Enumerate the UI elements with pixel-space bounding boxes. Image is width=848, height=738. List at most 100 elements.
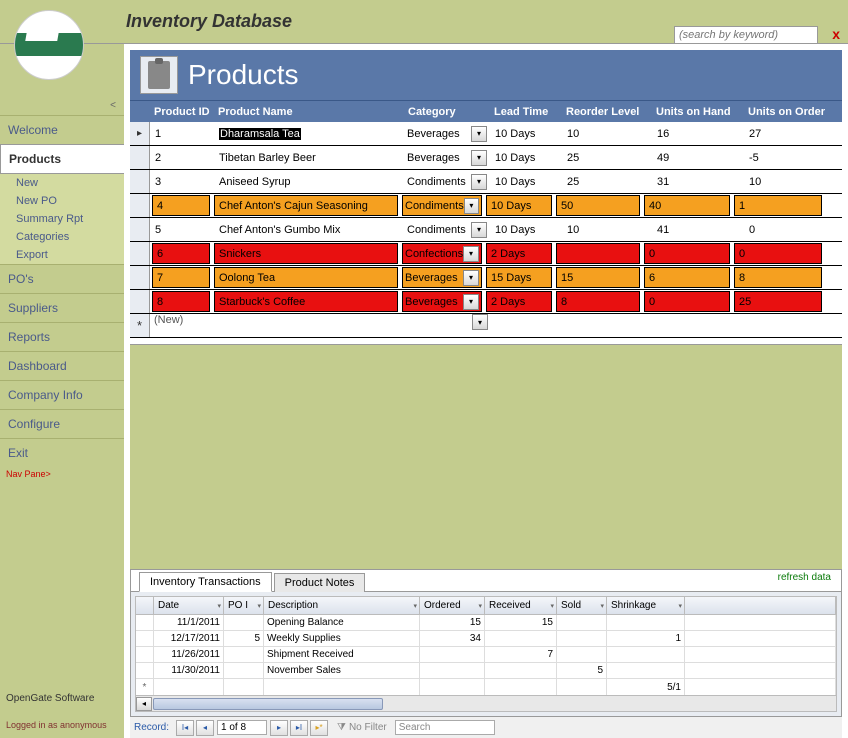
cell-sold[interactable] — [557, 647, 607, 662]
cell-lead-time[interactable]: 2 Days — [486, 291, 552, 312]
col-product-name[interactable]: Product Name — [214, 106, 404, 118]
row-selector[interactable] — [130, 170, 150, 193]
trans-col-received[interactable]: Received▾ — [485, 597, 557, 614]
dropdown-icon[interactable]: ▾ — [471, 174, 487, 190]
row-selector[interactable] — [130, 146, 150, 169]
cell-date[interactable]: 12/17/2011 — [154, 631, 224, 646]
cell-units-order[interactable]: 0 — [734, 243, 822, 264]
cell-ordered[interactable] — [420, 663, 485, 678]
trans-col-shrinkage[interactable]: Shrinkage▾ — [607, 597, 685, 614]
cell-units-hand[interactable]: 41 — [652, 218, 744, 241]
nav-new-icon[interactable]: ▸* — [310, 720, 328, 736]
cell-units-hand[interactable]: 0 — [644, 291, 730, 312]
cell-reorder[interactable]: 10 — [562, 218, 652, 241]
cell-lead-time[interactable]: 15 Days — [486, 267, 552, 288]
cell-category[interactable]: Beverages▾ — [404, 146, 490, 169]
nav-products-new-po[interactable]: New PO — [0, 192, 124, 210]
refresh-data-link[interactable]: refresh data — [778, 572, 831, 583]
cell-units-hand[interactable]: 6 — [644, 267, 730, 288]
nav-products[interactable]: Products — [0, 144, 125, 174]
dropdown-icon[interactable]: ▾ — [463, 294, 479, 310]
record-position[interactable]: 1 of 8 — [217, 720, 267, 735]
col-reorder-level[interactable]: Reorder Level — [562, 106, 652, 118]
cell-date[interactable]: 11/26/2011 — [154, 647, 224, 662]
nav-suppliers[interactable]: Suppliers — [0, 293, 124, 322]
cell-product-id[interactable]: 8 — [152, 291, 210, 312]
col-lead-time[interactable]: Lead Time — [490, 106, 562, 118]
row-selector[interactable] — [130, 242, 150, 265]
search-input[interactable] — [674, 26, 818, 44]
nav-products-summary[interactable]: Summary Rpt — [0, 210, 124, 228]
cell-lead-time[interactable]: 10 Days — [490, 170, 562, 193]
row-selector[interactable] — [130, 218, 150, 241]
col-category[interactable]: Category — [404, 106, 490, 118]
transaction-new-row[interactable]: * 5/1 — [136, 679, 836, 695]
dropdown-icon[interactable]: ▾ — [471, 126, 487, 142]
cell-product-name[interactable]: Dharamsala Tea — [219, 128, 301, 140]
cell-lead-time[interactable]: 10 Days — [490, 146, 562, 169]
new-record-row[interactable]: (New)▾ — [130, 314, 842, 338]
trans-col-po[interactable]: PO I▾ — [224, 597, 264, 614]
cell-sold[interactable] — [557, 615, 607, 630]
nav-search-input[interactable]: Search — [395, 720, 495, 735]
transaction-row[interactable]: 11/30/2011November Sales5 — [136, 663, 836, 679]
cell-units-hand[interactable]: 16 — [652, 122, 744, 145]
cell-category[interactable]: Confections▾ — [402, 243, 482, 264]
cell-reorder[interactable] — [556, 243, 640, 264]
cell-new-label[interactable]: (New) — [150, 314, 214, 337]
cell-reorder[interactable]: 10 — [562, 122, 652, 145]
nav-welcome[interactable]: Welcome — [0, 115, 124, 144]
table-row[interactable]: 4Chef Anton's Cajun SeasoningCondiments▾… — [130, 194, 842, 218]
tab-product-notes[interactable]: Product Notes — [274, 573, 366, 592]
cell-po[interactable] — [224, 615, 264, 630]
cell-trailing[interactable]: 5/1 — [607, 679, 685, 695]
dropdown-icon[interactable]: ▾ — [471, 222, 487, 238]
table-row[interactable]: 7Oolong TeaBeverages▾15 Days1568 — [130, 266, 842, 290]
nav-products-categories[interactable]: Categories — [0, 228, 124, 246]
cell-reorder[interactable]: 8 — [556, 291, 640, 312]
nav-reports[interactable]: Reports — [0, 322, 124, 351]
dropdown-icon[interactable]: ▾ — [463, 246, 479, 262]
table-row[interactable]: 6SnickersConfections▾2 Days00 — [130, 242, 842, 266]
nav-next-icon[interactable]: ▸ — [270, 720, 288, 736]
cell-product-id[interactable]: 5 — [150, 218, 214, 241]
trans-row-selector[interactable] — [136, 631, 154, 646]
scroll-thumb[interactable] — [153, 698, 383, 710]
trans-new-selector[interactable]: * — [136, 679, 154, 695]
cell-category[interactable]: Beverages▾ — [404, 122, 490, 145]
cell-sold[interactable]: 5 — [557, 663, 607, 678]
cell-sold[interactable] — [557, 631, 607, 646]
nav-prev-icon[interactable]: ◂ — [196, 720, 214, 736]
cell-reorder[interactable]: 15 — [556, 267, 640, 288]
nav-products-new[interactable]: New — [0, 174, 124, 192]
cell-lead-time[interactable]: 2 Days — [486, 243, 552, 264]
cell-ordered[interactable] — [420, 647, 485, 662]
row-selector[interactable] — [130, 290, 150, 313]
cell-description[interactable]: Opening Balance — [264, 615, 420, 630]
cell-product-name[interactable]: Snickers — [214, 243, 398, 264]
cell-ordered[interactable]: 15 — [420, 615, 485, 630]
cell-product-name[interactable]: Dharamsala Tea — [214, 122, 404, 145]
cell-po[interactable]: 5 — [224, 631, 264, 646]
col-product-id[interactable]: Product ID — [150, 106, 214, 118]
trans-col-ordered[interactable]: Ordered▾ — [420, 597, 485, 614]
cell-shrinkage[interactable] — [607, 663, 685, 678]
cell-units-order[interactable]: 8 — [734, 267, 822, 288]
nav-company-info[interactable]: Company Info — [0, 380, 124, 409]
cell-lead-time[interactable]: 10 Days — [490, 218, 562, 241]
nav-products-export[interactable]: Export — [0, 246, 124, 264]
cell-product-name[interactable]: Starbuck's Coffee — [214, 291, 398, 312]
cell-ordered[interactable]: 34 — [420, 631, 485, 646]
table-row[interactable]: 5Chef Anton's Gumbo MixCondiments▾10 Day… — [130, 218, 842, 242]
trans-row-selector[interactable] — [136, 663, 154, 678]
cell-description[interactable]: Shipment Received — [264, 647, 420, 662]
cell-received[interactable]: 15 — [485, 615, 557, 630]
cell-po[interactable] — [224, 663, 264, 678]
cell-product-id[interactable]: 1 — [150, 122, 214, 145]
cell-product-name[interactable]: Aniseed Syrup — [214, 170, 404, 193]
cell-units-hand[interactable]: 49 — [652, 146, 744, 169]
cell-category[interactable]: Condiments▾ — [402, 195, 482, 216]
cell-units-order[interactable]: -5 — [744, 146, 838, 169]
cell-reorder[interactable]: 50 — [556, 195, 640, 216]
row-selector[interactable] — [130, 194, 150, 217]
